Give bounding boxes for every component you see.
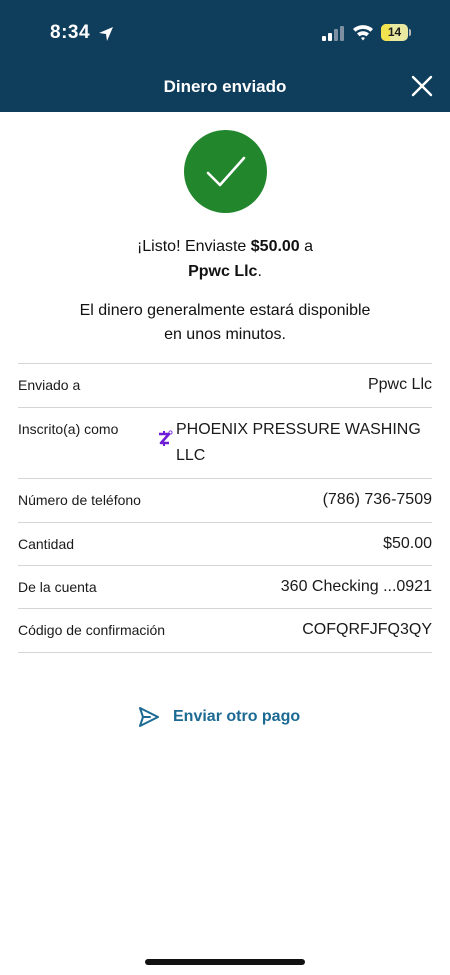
availability-note: El dinero generalmente estará disponible… — [40, 299, 410, 347]
battery-icon: 14 — [381, 24, 411, 41]
detail-row-sent-to: Enviado a Ppwc Llc — [18, 364, 432, 408]
message-end: . — [257, 263, 262, 280]
detail-row-amount: Cantidad $50.00 — [18, 523, 432, 566]
enrolled-name-line2: LLC — [176, 447, 206, 464]
success-message-line1: ¡Listo! Enviaste $50.00 a — [0, 234, 450, 259]
detail-label: Número de teléfono — [18, 492, 141, 508]
detail-label: Código de confirmación — [18, 622, 166, 638]
close-icon[interactable] — [408, 72, 436, 100]
page-title: Dinero enviado — [163, 77, 287, 96]
cellular-signal-icon — [322, 26, 344, 41]
battery-level: 14 — [387, 25, 402, 39]
message-mid: a — [299, 238, 314, 255]
detail-value: 360 Checking ...0921 — [280, 578, 432, 595]
enrolled-name-line1: PHOENIX PRESSURE WASHING — [176, 421, 421, 438]
wifi-icon — [353, 25, 373, 41]
detail-row-from-account: De la cuenta 360 Checking ...0921 — [18, 566, 432, 609]
note-line1: El dinero generalmente estará disponible — [79, 302, 371, 319]
message-prefix: ¡Listo! Enviaste — [136, 238, 251, 255]
detail-value: (786) 736-7509 — [322, 491, 432, 508]
success-check-badge — [184, 130, 267, 213]
location-arrow-icon — [99, 27, 113, 41]
status-time: 8:34 — [50, 22, 91, 43]
detail-value: Ppwc Llc — [367, 376, 432, 393]
success-message-line2: Ppwc Llc. — [0, 259, 450, 284]
enrolled-name: PHOENIX PRESSURE WASHING LLC — [176, 417, 432, 469]
send-another-payment-button[interactable]: Enviar otro pago — [137, 704, 300, 730]
detail-row-confirmation-code: Código de confirmación COFQRFJFQ3QY — [18, 609, 432, 653]
checkmark-icon — [206, 156, 246, 187]
sent-amount: $50.00 — [250, 238, 300, 255]
header-bar: 8:34 14 Dinero enviado — [0, 0, 450, 112]
detail-value: $50.00 — [383, 535, 432, 552]
detail-label: De la cuenta — [18, 579, 97, 595]
send-another-payment-label: Enviar otro pago — [173, 708, 301, 725]
note-line2: en unos minutos. — [164, 326, 286, 343]
recipient-name: Ppwc Llc — [188, 263, 258, 280]
detail-row-phone: Número de teléfono (786) 736-7509 — [18, 479, 432, 523]
detail-value: COFQRFJFQ3QY — [302, 621, 432, 638]
zelle-icon — [159, 430, 173, 446]
home-indicator[interactable] — [145, 959, 305, 965]
detail-label: Inscrito(a) como — [18, 421, 119, 437]
detail-label: Cantidad — [18, 536, 75, 552]
detail-label: Enviado a — [18, 377, 81, 393]
detail-row-enrolled-as: Inscrito(a) como PHOENIX PRESSURE WASHIN… — [18, 408, 432, 479]
payment-details: Enviado a Ppwc Llc Inscrito(a) como PHOE… — [18, 363, 432, 653]
paper-plane-icon — [139, 707, 159, 727]
